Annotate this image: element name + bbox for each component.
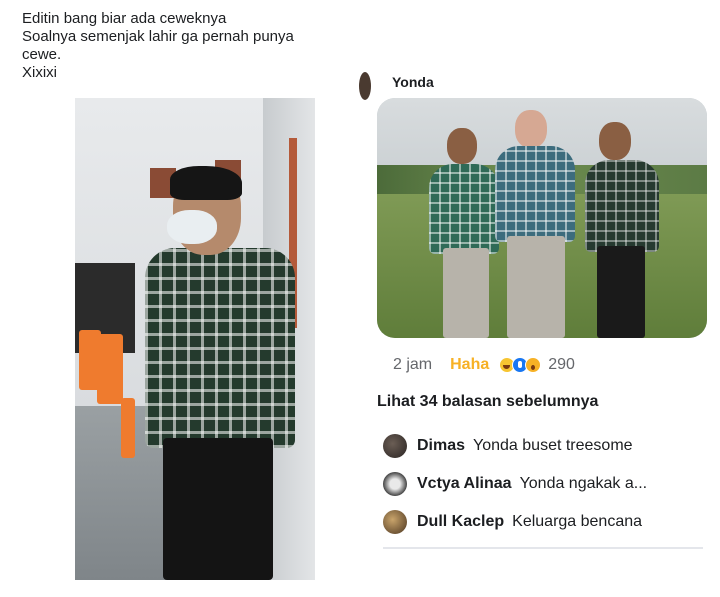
post-photo[interactable] (75, 98, 315, 580)
see-previous-replies-link[interactable]: Lihat 34 balasan sebelumnya (377, 393, 598, 411)
reply-item: Vctya Alinaa Yonda ngakak a... (383, 471, 647, 497)
reply-author[interactable]: Dull Kaclep (417, 513, 504, 531)
reply-author[interactable]: Dimas (417, 437, 465, 455)
caption-line: Editin bang biar ada ceweknya (22, 10, 227, 27)
avatar[interactable] (359, 72, 371, 100)
caption-line: cewe. (22, 46, 62, 63)
right-post-panel: Yonda 2 jam Haha 290 Lihat 34 balasan se… (359, 50, 720, 580)
left-post-panel: Editin bang biar ada ceweknya Soalnya se… (0, 0, 365, 597)
reply-text: Keluarga bencana (512, 513, 643, 530)
wow-emoji-icon (525, 357, 542, 373)
reply-item: Dimas Yonda buset treesome (383, 433, 633, 459)
timestamp[interactable]: 2 jam (393, 356, 432, 374)
post-caption: Editin bang biar ada ceweknya Soalnya se… (22, 10, 357, 82)
reply-author[interactable]: Vctya Alinaa (417, 475, 512, 493)
reaction-label[interactable]: Haha (450, 356, 489, 374)
caption-line: Soalnya semenjak lahir ga pernah punya (22, 28, 294, 45)
reaction-count[interactable]: 290 (548, 356, 575, 374)
post-meta-row: 2 jam Haha 290 (393, 354, 575, 376)
caption-line: Xixixi (22, 64, 58, 81)
reply-text: Yonda ngakak a... (519, 475, 648, 492)
edited-photo[interactable] (377, 98, 707, 338)
divider (383, 547, 703, 549)
reply-item: Dull Kaclep Keluarga bencana (383, 509, 642, 535)
reply-text: Yonda buset treesome (473, 437, 633, 454)
avatar[interactable] (383, 510, 407, 534)
avatar[interactable] (383, 434, 407, 458)
avatar[interactable] (383, 472, 407, 496)
author-name[interactable]: Yonda (392, 74, 434, 90)
reaction-icons[interactable] (499, 357, 542, 373)
